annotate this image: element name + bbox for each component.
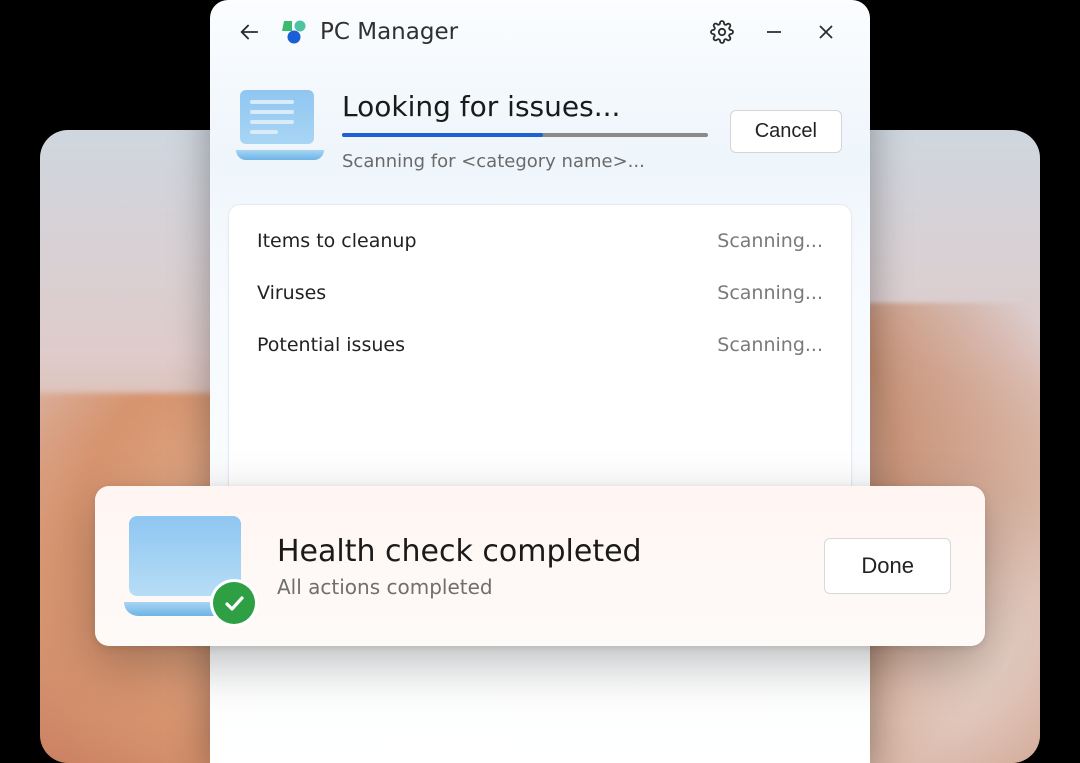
toast-laptop-icon: [129, 516, 247, 616]
checkmark-icon: [213, 582, 255, 624]
minimize-button[interactable]: [748, 9, 800, 55]
result-row: Viruses Scanning...: [257, 267, 823, 319]
close-button[interactable]: [800, 9, 852, 55]
cancel-button[interactable]: Cancel: [730, 110, 842, 153]
scan-laptop-icon: [240, 90, 320, 160]
titlebar: PC Manager: [210, 0, 870, 64]
toast-subtitle: All actions completed: [277, 575, 794, 599]
back-button[interactable]: [232, 15, 266, 49]
result-row: Potential issues Scanning...: [257, 319, 823, 371]
scan-progress-bar: [342, 133, 708, 137]
result-label: Potential issues: [257, 334, 405, 356]
pc-manager-window: PC Manager Looking for issues...: [210, 0, 870, 763]
result-status: Scanning...: [717, 334, 823, 356]
result-label: Viruses: [257, 282, 326, 304]
gear-icon: [710, 20, 734, 44]
close-icon: [816, 22, 836, 42]
scan-progress-fill: [342, 133, 543, 137]
scan-title: Looking for issues...: [342, 90, 708, 123]
done-button[interactable]: Done: [824, 538, 951, 594]
settings-button[interactable]: [696, 9, 748, 55]
result-status: Scanning...: [717, 230, 823, 252]
app-logo-icon: [278, 17, 308, 47]
minimize-icon: [764, 22, 784, 42]
scan-header: Looking for issues... Scanning for <cate…: [210, 64, 870, 194]
result-label: Items to cleanup: [257, 230, 417, 252]
result-row: Items to cleanup Scanning...: [257, 215, 823, 267]
completion-toast: Health check completed All actions compl…: [95, 486, 985, 646]
scan-subtext: Scanning for <category name>...: [342, 151, 708, 172]
result-status: Scanning...: [717, 282, 823, 304]
app-title: PC Manager: [320, 19, 458, 45]
toast-title: Health check completed: [277, 534, 794, 569]
